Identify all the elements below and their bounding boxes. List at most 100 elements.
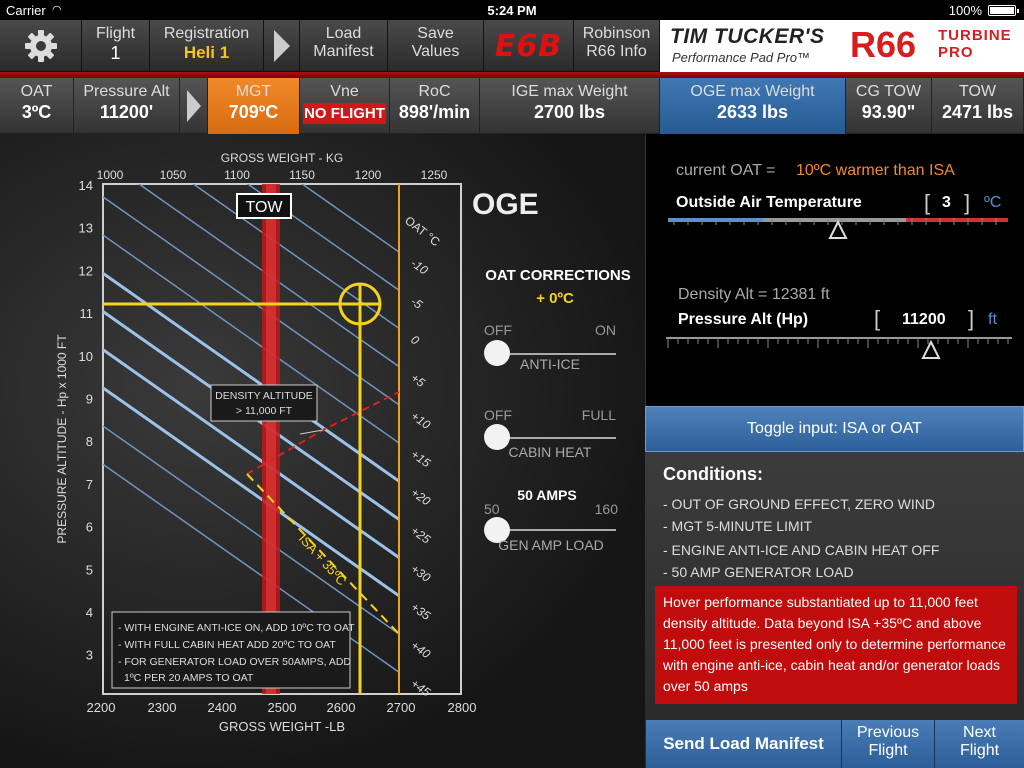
oat-bracket-right: ] (964, 190, 971, 215)
y-tick: 13 (79, 221, 93, 236)
palt-unit: ft (988, 311, 997, 328)
condition-item: - 50 AMP GENERATOR LOAD (663, 564, 854, 580)
oat-value: 3ºC (21, 102, 52, 122)
oat-axis-title: OAT °C (402, 213, 443, 249)
lb-tick: 2200 (87, 700, 116, 715)
ige-value: 2700 lbs (533, 102, 606, 122)
cabin-heat-slider[interactable] (484, 424, 510, 450)
oat-scale-slider[interactable] (668, 218, 1008, 244)
oat-tick: 0 (408, 332, 422, 347)
tow-cell[interactable]: TOW 2471 lbs (932, 78, 1024, 134)
kg-tick: 1000 (97, 168, 124, 182)
flight-label: Flight (95, 25, 136, 42)
cg-value: 93.90" (861, 102, 916, 122)
density-box-line1: DENSITY ALTITUDE (215, 390, 313, 402)
pressure-alt-scale-slider[interactable] (666, 336, 1012, 362)
y-tick: 14 (79, 178, 93, 193)
oat-unit: ºC (984, 194, 1002, 211)
kg-tick: 1200 (355, 168, 382, 182)
current-oat-label: current OAT = (676, 162, 776, 179)
load-manifest-line1: Load (325, 25, 362, 42)
ige-max-weight-cell[interactable]: IGE max Weight 2700 lbs (480, 78, 660, 134)
oat-corrections-value: + 0ºC (536, 290, 574, 307)
palt-bracket-left: [ (874, 306, 881, 331)
pressure-alt-input[interactable]: 11200 (902, 311, 946, 329)
cg-tow-cell[interactable]: CG TOW 93.90" (846, 78, 932, 134)
density-box-line2: > 11,000 FT (236, 405, 293, 417)
previous-flight-button[interactable]: Previous Flight (841, 720, 934, 768)
send-load-manifest-button[interactable]: Send Load Manifest (645, 720, 841, 768)
oat-line (103, 195, 399, 406)
vne-cell[interactable]: Vne NO FLIGHT (300, 78, 390, 134)
mgt-cell[interactable]: MGT 709ºC (208, 78, 300, 134)
flight-selector[interactable]: Flight 1 (82, 20, 150, 72)
toggle-isa-oat-button[interactable]: Toggle input: ISA or OAT (645, 406, 1024, 452)
oat-tick: +40 (408, 638, 433, 661)
next-flight-line1: Next (963, 724, 996, 741)
chart-title: OGE (472, 188, 539, 221)
brand-logo: TIM TUCKER'S Performance Pad Pro™ R66 TU… (660, 20, 1024, 72)
y-tick: 5 (86, 562, 93, 577)
oat-line (103, 347, 399, 559)
oat-input[interactable]: 3 (942, 194, 951, 212)
cabin-heat-label: CABIN HEAT (509, 444, 592, 460)
pressure-alt-label: Pressure Alt (83, 83, 170, 100)
oat-cell[interactable]: OAT 3ºC (0, 78, 74, 134)
input-panel: current OAT = 10ºC warmer than ISA Outsi… (645, 134, 1024, 768)
oat-tick: -10 (408, 256, 431, 278)
oat-tick: +20 (408, 485, 433, 508)
current-oat-value: 10ºC warmer than ISA (796, 162, 955, 179)
kg-tick: 1250 (421, 168, 448, 182)
vne-value: NO FLIGHT (303, 103, 386, 124)
save-values-button[interactable]: Save Values (388, 20, 484, 72)
roc-cell[interactable]: RoC 898'/min (390, 78, 480, 134)
oat-label: OAT (20, 83, 53, 100)
y-tick: 11 (80, 306, 94, 321)
brand-name: TIM TUCKER'S (670, 25, 825, 48)
load-manifest-button[interactable]: Load Manifest (300, 20, 388, 72)
toolbar-arrow-button[interactable] (264, 20, 300, 72)
ige-label: IGE max Weight (511, 83, 628, 100)
oat-corrections-title: OAT CORRECTIONS (485, 267, 631, 284)
oat-tick: +45 (408, 676, 433, 699)
kg-tick: 1100 (224, 168, 250, 182)
next-flight-button[interactable]: Next Flight (934, 720, 1024, 768)
robinson-info-button[interactable]: Robinson R66 Info (574, 20, 660, 72)
palt-bracket-right: ] (968, 306, 975, 331)
note-line: - WITH FULL CABIN HEAT ADD 20ºC TO OAT (118, 639, 336, 651)
density-alt-readout: Density Alt = 12381 ft (678, 286, 830, 303)
roc-value: 898'/min (398, 102, 471, 122)
performance-warning: Hover performance substantiated up to 11… (655, 586, 1017, 704)
oge-max-weight-cell[interactable]: OGE max Weight 2633 lbs (660, 78, 846, 134)
performance-data-row: OAT 3ºC Pressure Alt 11200' MGT 709ºC Vn… (0, 78, 1024, 134)
oge-performance-chart[interactable]: ISA + 35ºC TOW DENSITY ALTITUDE > 11,000… (0, 134, 645, 768)
top-axis-title: GROSS WEIGHT - KG (221, 151, 343, 165)
palt-pointer-icon (921, 339, 941, 359)
save-values-line1: Save (417, 25, 454, 42)
conditions-title: Conditions: (663, 464, 763, 484)
brand-model: R66 (850, 24, 917, 65)
brand-product: Performance Pad Pro™ (672, 50, 811, 65)
condition-item: - OUT OF GROUND EFFECT, ZERO WIND (663, 496, 935, 512)
altitude-axis-ticks: 14 13 12 11 10 9 8 7 6 5 4 3 (79, 178, 93, 663)
pressure-alt-cell[interactable]: Pressure Alt 11200' (74, 78, 180, 134)
lb-tick: 2600 (327, 700, 356, 715)
density-box-pointer (299, 429, 324, 435)
amps-min-label: 50 (484, 501, 500, 517)
anti-ice-slider[interactable] (484, 340, 510, 366)
top-toolbar: Flight 1 Registration Heli 1 Load Manife… (0, 20, 1024, 72)
battery-icon (988, 5, 1019, 16)
settings-button[interactable] (0, 20, 82, 72)
play-arrow-icon (186, 90, 201, 122)
pressure-alt-input-title: Pressure Alt (Hp) (678, 311, 809, 328)
brand-pro: PRO (938, 44, 974, 61)
anti-ice-off-label: OFF (484, 322, 512, 338)
lb-tick: 2700 (387, 700, 416, 715)
e6b-button[interactable]: E6B (484, 20, 574, 72)
kg-tick: 1050 (160, 168, 187, 182)
oge-chart-panel: ISA + 35ºC TOW DENSITY ALTITUDE > 11,000… (0, 134, 645, 768)
lb-tick: 2500 (268, 700, 297, 715)
cabin-heat-full-label: FULL (582, 407, 616, 423)
registration-selector[interactable]: Registration Heli 1 (150, 20, 264, 72)
data-row-arrow-button[interactable] (180, 78, 208, 134)
